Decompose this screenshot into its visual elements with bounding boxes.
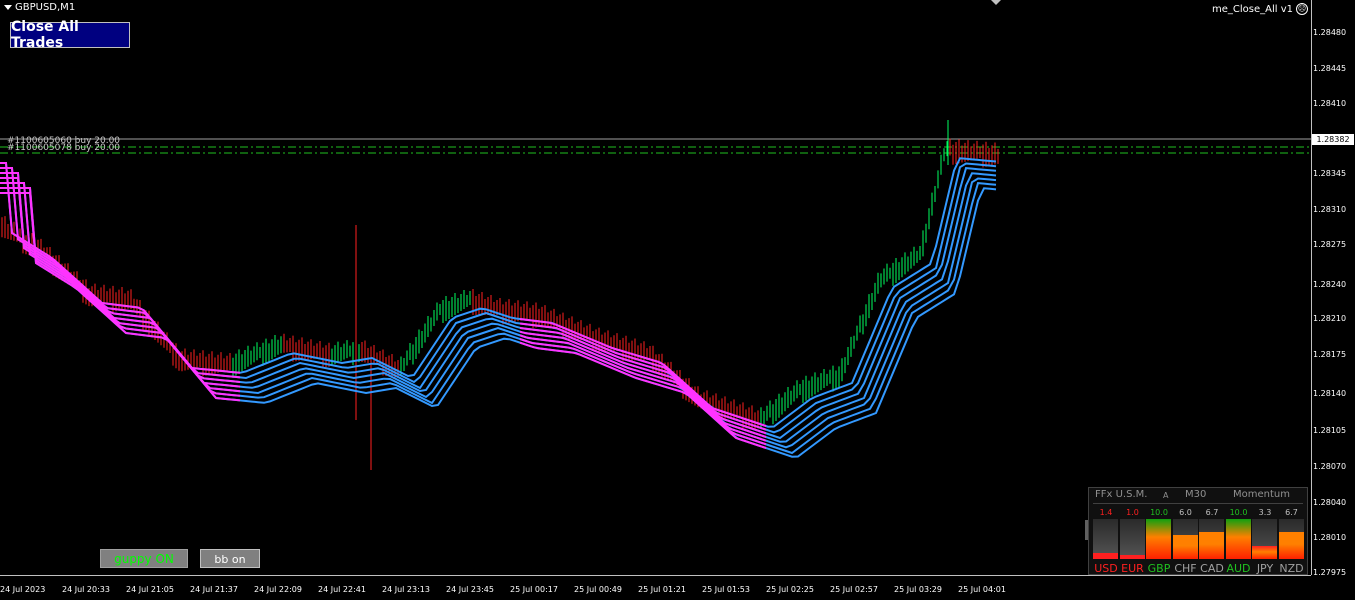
ema-ribbon-line bbox=[0, 177, 241, 388]
price-tick: 1.28105 bbox=[1313, 426, 1347, 435]
ema-ribbon-line bbox=[0, 157, 997, 428]
dropdown-icon[interactable] bbox=[4, 5, 12, 10]
usm-currency-label[interactable]: JPY bbox=[1252, 562, 1278, 575]
usm-currency-label[interactable]: CHF bbox=[1173, 562, 1199, 575]
price-tick: 1.28445 bbox=[1313, 64, 1347, 73]
expert-name: me_Close_All v1 bbox=[1212, 3, 1293, 15]
usm-strength-bar bbox=[1225, 519, 1251, 559]
price-tick: 1.27975 bbox=[1313, 568, 1347, 577]
usm-title: FFx U.S.M. bbox=[1095, 489, 1148, 500]
sad-face-icon: ☹ bbox=[1296, 3, 1308, 15]
close-all-trades-button[interactable]: Close All Trades bbox=[10, 19, 130, 51]
time-tick: 25 Jul 00:49 bbox=[574, 585, 622, 594]
usm-strength-bar bbox=[1146, 519, 1171, 559]
price-tick: 1.28070 bbox=[1313, 462, 1347, 471]
price-tick: 1.28010 bbox=[1313, 533, 1347, 542]
usm-strength-bar bbox=[1172, 535, 1198, 559]
bb-toggle-button[interactable]: bb on bbox=[200, 549, 260, 568]
usm-strength-bar bbox=[1093, 553, 1118, 559]
usm-currency-label[interactable]: USD bbox=[1093, 562, 1119, 575]
symbol-text: GBPUSD,M1 bbox=[15, 2, 76, 13]
price-tick: 1.28240 bbox=[1313, 280, 1347, 289]
time-tick: 25 Jul 02:57 bbox=[830, 585, 878, 594]
guppy-toggle-button[interactable]: guppy ON bbox=[100, 549, 188, 568]
usm-strength-bar bbox=[1278, 532, 1304, 559]
currency-strength-panel[interactable]: FFx U.S.M. A M30 Momentum 1.4 USD 1.0 EUR 10… bbox=[1088, 487, 1308, 575]
price-tick: 1.28310 bbox=[1313, 205, 1347, 214]
time-tick: 25 Jul 02:25 bbox=[766, 585, 814, 594]
time-tick: 25 Jul 03:29 bbox=[894, 585, 942, 594]
chart-shift-marker[interactable] bbox=[991, 0, 1001, 5]
usm-value: 10.0 bbox=[1229, 508, 1248, 517]
ema-ribbon-line bbox=[0, 172, 997, 443]
usm-currency-label[interactable]: AUD bbox=[1226, 562, 1252, 575]
time-tick: 24 Jul 23:45 bbox=[446, 585, 494, 594]
time-tick: 24 Jul 22:41 bbox=[318, 585, 366, 594]
usm-currency-label[interactable]: CAD bbox=[1199, 562, 1225, 575]
ema-ribbon-line bbox=[0, 182, 241, 393]
time-tick: 24 Jul 21:05 bbox=[126, 585, 174, 594]
price-tick: 1.28275 bbox=[1313, 240, 1347, 249]
ema-ribbon-line bbox=[0, 167, 997, 440]
usm-header: FFx U.S.M. A M30 Momentum bbox=[1089, 488, 1307, 502]
usm-currency-label[interactable]: EUR bbox=[1120, 562, 1146, 575]
price-tick: 1.28140 bbox=[1313, 389, 1347, 398]
time-tick: 25 Jul 00:17 bbox=[510, 585, 558, 594]
price-tick: 1.28345 bbox=[1313, 169, 1347, 178]
usm-indicator[interactable]: Momentum bbox=[1233, 489, 1290, 500]
price-tick: 1.28175 bbox=[1313, 350, 1347, 359]
price-axis[interactable]: 1.28480 1.28445 1.28410 1.28345 1.28310 … bbox=[1311, 0, 1355, 577]
price-tick: 1.28410 bbox=[1313, 99, 1347, 108]
usm-value: 1.4 bbox=[1099, 508, 1113, 517]
price-tick: 1.28210 bbox=[1313, 314, 1347, 323]
time-tick: 24 Jul 2023 bbox=[0, 585, 46, 594]
time-tick: 24 Jul 23:13 bbox=[382, 585, 430, 594]
ema-ribbon-line bbox=[0, 187, 241, 397]
time-tick: 25 Jul 01:21 bbox=[638, 585, 686, 594]
ema-ribbon-line bbox=[0, 162, 997, 434]
time-tick: 24 Jul 20:33 bbox=[62, 585, 110, 594]
usm-divider bbox=[1093, 503, 1303, 504]
usm-value: 6.7 bbox=[1205, 508, 1219, 517]
ema-ribbon-line bbox=[0, 172, 241, 383]
ema-ribbon-line bbox=[0, 167, 241, 379]
time-axis[interactable]: 24 Jul 2023 24 Jul 20:33 24 Jul 21:05 24… bbox=[0, 575, 1311, 600]
time-tick: 24 Jul 21:37 bbox=[190, 585, 238, 594]
usm-strength-bar bbox=[1252, 546, 1277, 559]
time-tick: 25 Jul 04:01 bbox=[958, 585, 1006, 594]
usm-currency-label[interactable]: NZD bbox=[1279, 562, 1305, 575]
price-tick: 1.28040 bbox=[1313, 498, 1347, 507]
usm-value: 3.3 bbox=[1258, 508, 1272, 517]
usm-value: 6.0 bbox=[1179, 508, 1192, 517]
usm-bar-bg bbox=[1119, 519, 1145, 559]
usm-strength-bar bbox=[1199, 532, 1224, 559]
symbol-label: GBPUSD,M1 bbox=[4, 2, 75, 13]
current-price-tag: 1.28382 bbox=[1312, 134, 1354, 145]
usm-value: 10.0 bbox=[1150, 508, 1168, 517]
usm-value: 1.0 bbox=[1126, 508, 1139, 517]
order-label: #1100605078 buy 20.00 bbox=[7, 143, 121, 153]
time-tick: 25 Jul 01:53 bbox=[702, 585, 750, 594]
ema-ribbon-line bbox=[519, 341, 767, 449]
usm-strength-bar bbox=[1119, 555, 1145, 559]
usm-currency-label[interactable]: GBP bbox=[1146, 562, 1172, 575]
ema-ribbon-line bbox=[0, 162, 241, 374]
price-tick: 1.28480 bbox=[1313, 28, 1347, 37]
expert-advisor-label[interactable]: me_Close_All v1 ☹ bbox=[1212, 3, 1308, 15]
usm-mode[interactable]: A bbox=[1163, 491, 1168, 500]
usm-value: 6.7 bbox=[1285, 508, 1298, 517]
time-tick: 24 Jul 22:09 bbox=[254, 585, 302, 594]
usm-timeframe[interactable]: M30 bbox=[1185, 489, 1206, 500]
